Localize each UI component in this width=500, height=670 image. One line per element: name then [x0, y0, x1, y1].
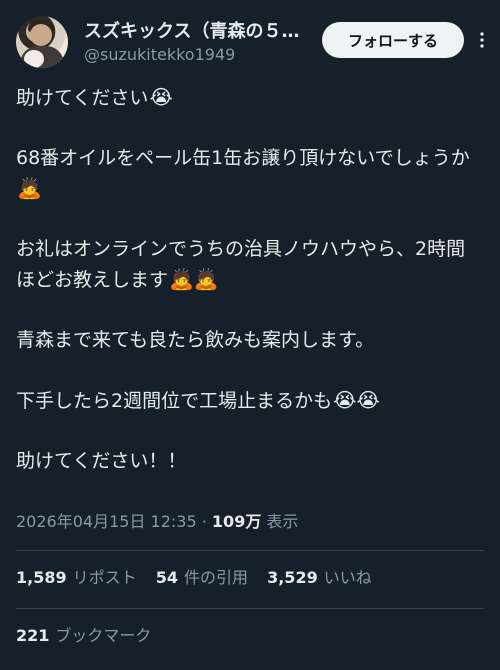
- tweet-line-text: 下手したら2週間位で工場止まるかも: [16, 390, 333, 412]
- avatar[interactable]: [16, 16, 68, 68]
- tweet-paragraph: 助けてください！！: [16, 446, 484, 476]
- bookmarks-stat[interactable]: 221 ブックマーク: [16, 624, 165, 648]
- display-name[interactable]: スズキックス（青森の５…: [84, 20, 314, 44]
- bookmarks-count: 221: [16, 626, 50, 645]
- avatar-face: [30, 24, 52, 46]
- more-icon-glyph: [480, 32, 484, 48]
- bowing-person-emoji: 🙇🙇: [169, 267, 219, 291]
- likes-count: 3,529: [267, 568, 318, 587]
- bowing-person-emoji: 🙇: [17, 176, 42, 200]
- tweet-line-text: 青森まで来ても良たら飲みも案内します。: [16, 329, 375, 351]
- tweet-line-text: 助けてください！！: [16, 450, 187, 472]
- meta-separator: ·: [201, 512, 207, 531]
- crying-face-emoji: 😭😭: [333, 388, 380, 412]
- views-label: 表示: [266, 512, 299, 531]
- user-handle[interactable]: @suzukitekko1949: [84, 44, 314, 66]
- tweet-card: スズキックス（青森の５… @suzukitekko1949 フォローする 助けて…: [0, 0, 500, 670]
- timestamp[interactable]: 2026年04月15日 12:35: [16, 512, 197, 531]
- tweet-text: 助けてください😭 68番オイルをペール缶1缶お譲り頂けないでしょうか 🙇 お礼はオ…: [16, 82, 484, 506]
- quotes-count: 54: [155, 568, 178, 587]
- reposts-count: 1,589: [16, 568, 67, 587]
- likes-stat[interactable]: 3,529 いいね: [267, 568, 372, 587]
- tweet-line-text: お礼はオンラインでうちの治具ノウハウやら、2時間ほどお教えします: [16, 238, 466, 291]
- likes-label: いいね: [323, 568, 372, 587]
- avatar-baby: [24, 50, 44, 68]
- quotes-label: 件の引用: [183, 568, 248, 587]
- author-info: スズキックス（青森の５… @suzukitekko1949: [84, 20, 314, 66]
- more-icon[interactable]: [466, 24, 498, 56]
- divider: [16, 550, 484, 551]
- tweet-paragraph: 下手したら2週間位で工場止まるかも😭😭: [16, 385, 484, 416]
- tweet-line-text: 助けてください: [16, 87, 149, 109]
- quotes-stat[interactable]: 54 件の引用: [156, 568, 248, 587]
- tweet-meta: 2026年04月15日 12:35 · 109万 表示: [16, 510, 298, 534]
- divider: [16, 608, 484, 609]
- bookmarks-label: ブックマーク: [55, 626, 152, 645]
- tweet-line-text: 68番オイルをペール缶1缶お譲り頂けないでしょうか: [16, 147, 470, 169]
- tweet-paragraph: 青森まで来ても良たら飲みも案内します。: [16, 325, 484, 355]
- follow-button[interactable]: フォローする: [322, 22, 464, 58]
- tweet-paragraph: 68番オイルをペール缶1缶お譲り頂けないでしょうか 🙇: [16, 143, 484, 204]
- engagement-stats: 1,589 リポスト 54 件の引用 3,529 いいね: [16, 566, 386, 590]
- reposts-label: リポスト: [72, 568, 137, 587]
- reposts-stat[interactable]: 1,589 リポスト: [16, 568, 137, 587]
- views-count: 109万: [211, 512, 262, 531]
- crying-face-emoji: 😭: [149, 85, 173, 109]
- tweet-paragraph: 助けてください😭: [16, 82, 484, 113]
- tweet-header: スズキックス（青森の５… @suzukitekko1949 フォローする: [16, 16, 484, 72]
- tweet-paragraph: お礼はオンラインでうちの治具ノウハウやら、2時間ほどお教えします🙇🙇: [16, 234, 484, 295]
